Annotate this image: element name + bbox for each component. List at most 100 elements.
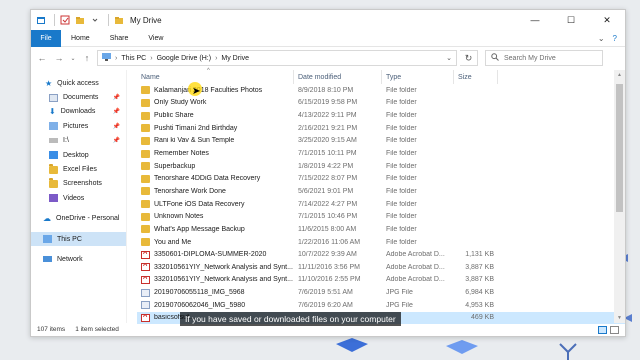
recent-locations-button[interactable]: ⌄ [69,50,77,66]
type-cell: File folder [386,112,417,120]
tab-file[interactable]: File [31,29,61,47]
tab-home[interactable]: Home [61,30,100,47]
maximize-button[interactable]: ☐ [553,10,589,30]
file-name-cell: Remember Notes [137,149,294,158]
close-button[interactable]: ✕ [589,10,625,30]
file-name-cell: 20190706062046_IMG_5980 [137,301,294,310]
forward-button[interactable]: → [52,50,66,66]
nav-drive-i[interactable]: I:\ 📌 [31,134,126,148]
table-row[interactable]: Unknown Notes 7/1/2015 10:46 PM File folde… [137,210,625,223]
scrollbar-thumb[interactable] [616,84,623,212]
table-row[interactable]: Kalamanjari 2018 Faculties Photos 8/9/201… [137,84,625,97]
nav-desktop[interactable]: Desktop [31,148,126,162]
nav-screenshots[interactable]: Screenshots [31,177,126,191]
minimize-button[interactable]: — [517,10,553,30]
customize-toolbar-icon[interactable] [89,15,100,26]
nav-onedrive[interactable]: ☁ OneDrive - Personal [31,212,126,226]
type-cell: File folder [386,238,417,246]
type-cell: Adobe Acrobat D... [386,263,445,271]
table-row[interactable]: Tenorshare Work Done 5/6/2021 9:01 PM File… [137,185,625,198]
table-row[interactable]: You and Me 1/22/2016 11:06 AM File folder [137,236,625,249]
refresh-button[interactable]: ↻ [460,50,478,66]
expand-ribbon-icon[interactable]: ⌄ [598,34,605,43]
toolbar-divider [108,14,109,26]
up-button[interactable]: ↑ [80,50,94,66]
table-row[interactable]: 20190706062046_IMG_5980 7/6/2019 6:20 AM J… [137,299,625,312]
table-row[interactable]: ULTFone iOS Data Recovery 7/14/2022 4:27 … [137,198,625,211]
nav-videos[interactable]: Videos [31,191,126,205]
table-row[interactable]: Rani ki Vav & Sun Temple 3/25/2020 9:15 A… [137,135,625,148]
column-name[interactable]: Name [137,70,294,84]
table-row[interactable]: 20190706055118_IMG_5968 7/6/2019 5:51 AM J… [137,286,625,299]
type-cell: File folder [386,137,417,145]
new-folder-icon[interactable] [74,15,85,26]
large-icons-view-icon[interactable] [610,325,619,334]
date-modified-cell: 7/1/2015 10:46 PM [298,213,358,221]
date-modified-cell: 4/13/2022 9:11 PM [298,112,357,120]
tab-share[interactable]: Share [100,30,139,47]
nav-excel-files[interactable]: Excel Files [31,162,126,176]
table-row[interactable]: Only Study Work 6/15/2019 9:58 PM File fol… [137,97,625,110]
file-name-cell: Kalamanjari 2018 Faculties Photos [137,86,294,95]
search-placeholder: Search My Drive [504,54,556,62]
table-row[interactable]: Public Share 4/13/2022 9:11 PM File folder [137,109,625,122]
vertical-scrollbar[interactable]: ▲ ▼ [614,70,625,323]
image-file-icon [141,301,150,310]
nav-documents[interactable]: Documents 📌 [31,90,126,104]
back-button[interactable]: ← [35,50,49,66]
breadcrumb-this-pc[interactable]: This PC [121,55,146,62]
nav-quick-access[interactable]: ★ Quick access [31,76,126,90]
table-row[interactable]: Pushti Timani 2nd Birthday 2/16/2021 9:21… [137,122,625,135]
size-cell: 4,953 KB [465,301,494,309]
nav-downloads[interactable]: ⬇ Downloads 📌 [31,105,126,119]
window-title: My Drive [130,15,162,25]
file-name-cell: Tenorshare Work Done [137,187,294,196]
properties-icon[interactable] [59,15,70,26]
table-row[interactable]: 3350601-DIPLOMA-SUMMER-2020 10/7/2022 9:3… [137,248,625,261]
type-cell: File folder [386,99,417,107]
scroll-up-icon[interactable]: ▲ [614,70,625,80]
column-size[interactable]: Size [454,70,498,84]
scroll-down-icon[interactable]: ▼ [614,313,625,323]
nav-label: Screenshots [63,180,102,188]
table-row[interactable]: Superbackup 1/8/2019 4:22 PM File folder [137,160,625,173]
table-row[interactable]: What's App Message Backup 11/6/2015 8:00 … [137,223,625,236]
breadcrumb-separator: › [150,54,153,62]
table-row[interactable]: Tenorshare 4DDiG Data Recovery 7/15/2022 … [137,172,625,185]
column-type[interactable]: Type [382,70,454,84]
video-caption: If you have saved or downloaded files on… [180,312,401,326]
table-row[interactable]: 332010561YIY_Network Analysis and Synt..… [137,274,625,287]
breadcrumb-my-drive[interactable]: My Drive [221,55,249,62]
file-name-cell: Tenorshare 4DDiG Data Recovery [137,174,294,183]
nav-this-pc[interactable]: This PC [31,231,126,247]
date-modified-cell: 2/16/2021 9:21 PM [298,124,358,132]
details-view-icon[interactable] [598,325,607,334]
help-icon[interactable]: ? [613,34,617,43]
type-cell: File folder [386,213,417,221]
table-row[interactable]: 332010561YIY_Network Analysis and Synt..… [137,261,625,274]
search-input[interactable]: Search My Drive [485,50,603,66]
nav-label: Pictures [63,122,89,130]
type-cell: File folder [386,150,417,158]
pin-icon: 📌 [112,109,120,116]
nav-pictures[interactable]: Pictures 📌 [31,119,126,133]
file-name-cell: 3350601-DIPLOMA-SUMMER-2020 [137,250,294,259]
table-row[interactable]: Remember Notes 7/1/2015 10:11 PM File fold… [137,147,625,160]
column-date-modified[interactable]: Date modified [294,70,382,84]
window-controls: — ☐ ✕ [517,10,625,30]
title-bar: My Drive — ☐ ✕ [31,10,625,30]
chevron-down-icon[interactable]: ⌄ [446,54,452,62]
date-modified-cell: 3/25/2020 9:15 AM [298,137,357,145]
tab-view[interactable]: View [138,30,173,47]
nav-network[interactable]: Network [31,252,126,266]
explorer-window: My Drive — ☐ ✕ File Home Share View ⌄ ? … [30,9,626,337]
file-name: Kalamanjari 2018 Faculties Photos [154,86,263,94]
date-modified-cell: 11/6/2015 8:00 AM [298,225,357,233]
address-bar[interactable]: › This PC › Google Drive (H:) › My Drive… [97,50,457,66]
breadcrumb-google-drive[interactable]: Google Drive (H:) [157,55,211,62]
file-name: You and Me [154,238,192,246]
folder-icon [141,225,150,234]
nav-label: Desktop [63,151,89,159]
size-cell: 3,887 KB [465,263,494,271]
type-cell: Adobe Acrobat D... [386,251,445,259]
